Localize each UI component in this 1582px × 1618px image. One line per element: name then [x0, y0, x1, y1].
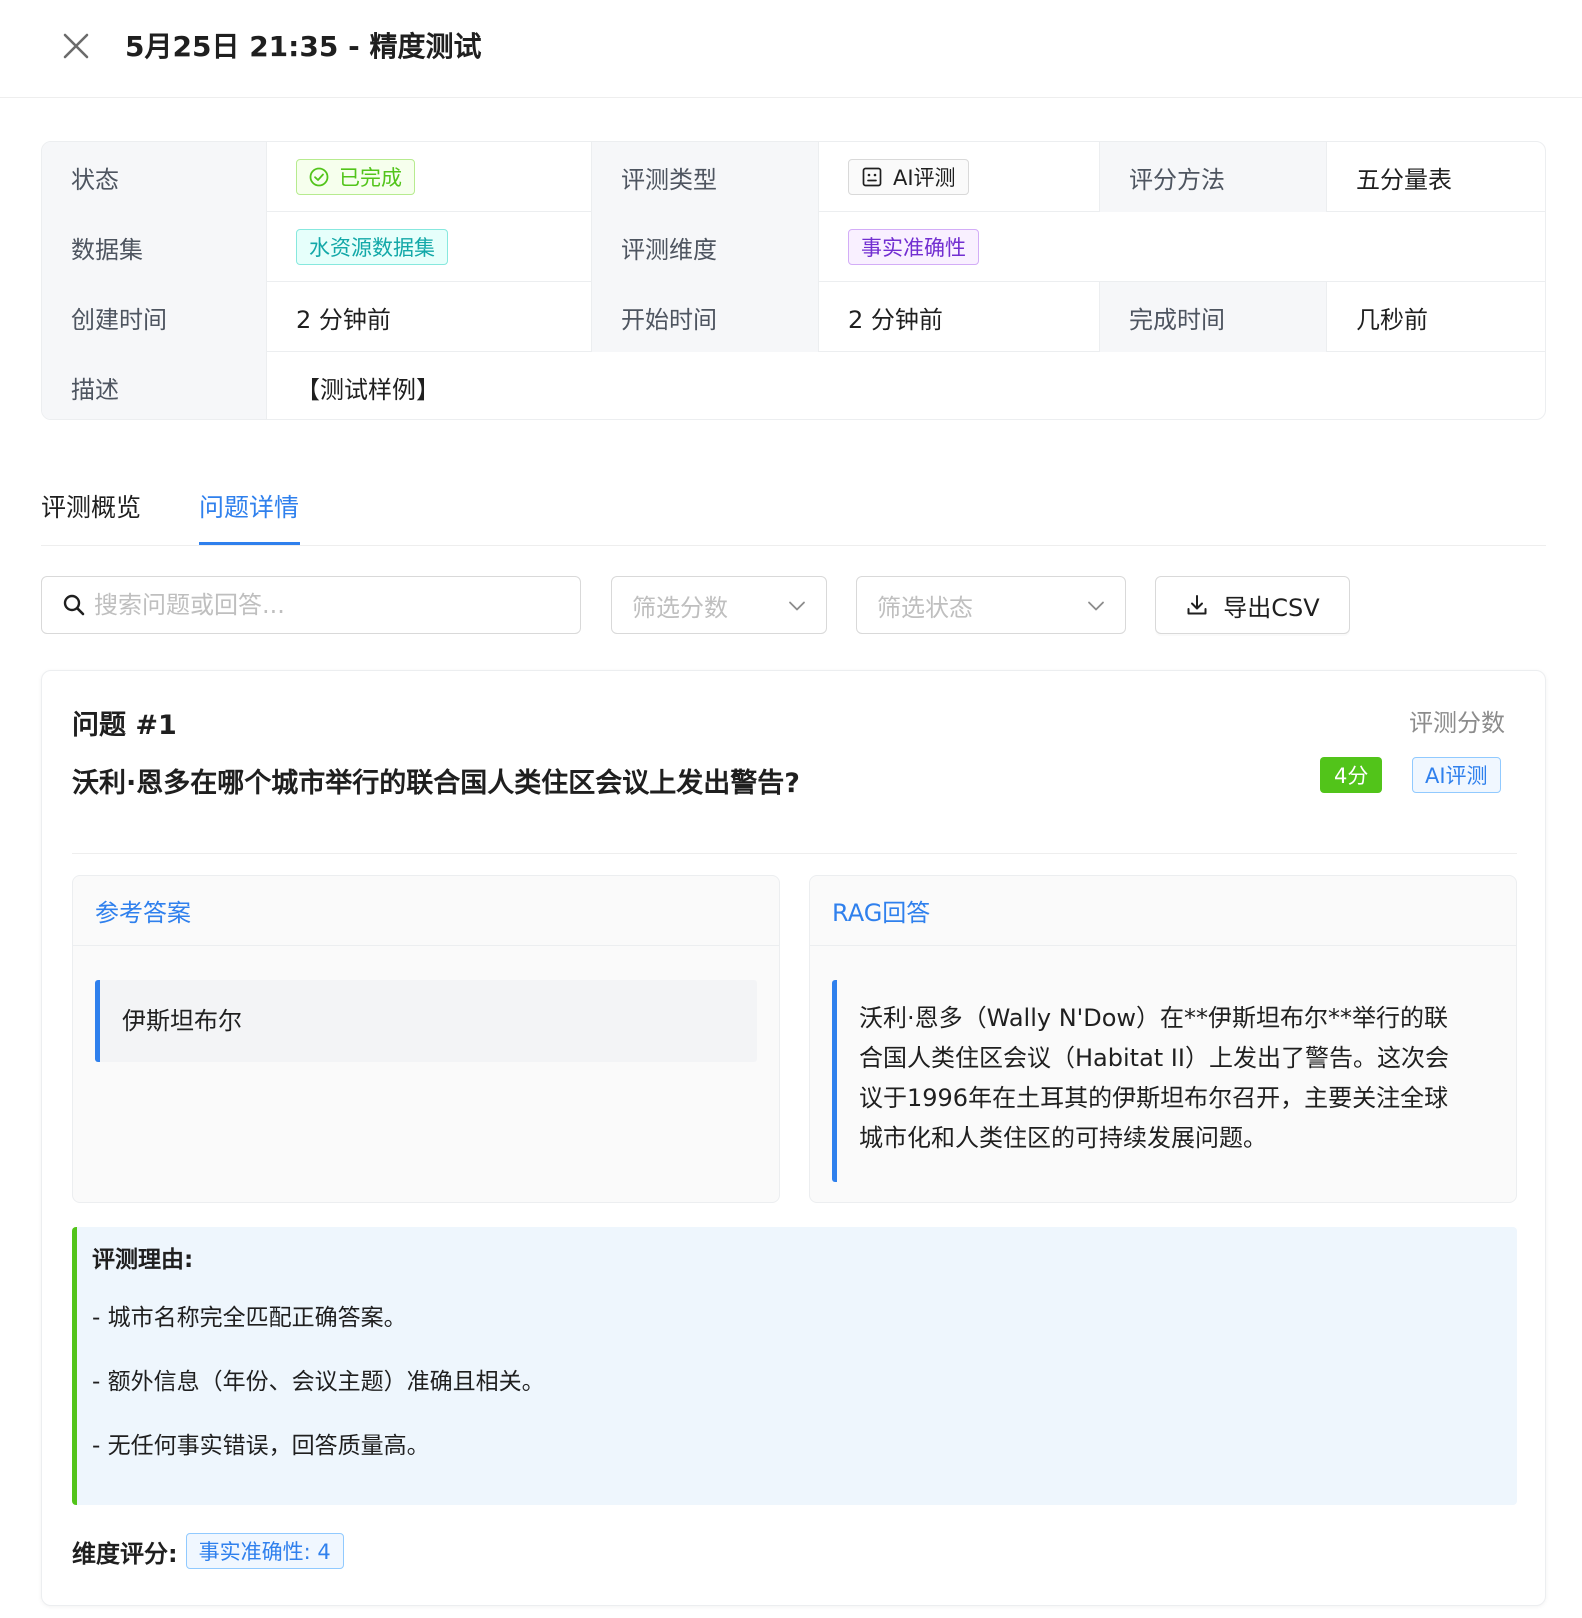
drawer-header: 5月25日 21:35 - 精度测试 — [0, 0, 1582, 98]
eval-type-label: 评测类型 — [592, 142, 819, 212]
created-label: 创建时间 — [42, 282, 267, 352]
robot-icon — [862, 167, 882, 187]
status-badge: 已完成 — [296, 159, 415, 195]
score-method-value: 五分量表 — [1356, 165, 1452, 194]
tab-overview[interactable]: 评测概览 — [41, 490, 141, 526]
dimension-score-label: 维度评分: — [72, 1539, 178, 1568]
reference-answer-title: 参考答案 — [73, 876, 779, 946]
eval-type-text: AI评测 — [893, 166, 956, 190]
score-badge: 4分 — [1320, 757, 1383, 793]
chevron-down-icon — [1088, 601, 1104, 611]
question-text: 沃利·恩多在哪个城市举行的联合国人类住区会议上发出警告? — [72, 768, 800, 799]
search-box[interactable] — [41, 576, 581, 634]
dimension-label: 评测维度 — [592, 212, 819, 282]
dimension-badge: 事实准确性 — [848, 229, 979, 265]
question-card: 问题 #1 评测分数 沃利·恩多在哪个城市举行的联合国人类住区会议上发出警告? … — [41, 670, 1546, 1606]
dataset-cell: 水资源数据集 — [267, 212, 592, 282]
download-icon — [1187, 595, 1207, 615]
check-circle-icon — [309, 167, 329, 187]
chevron-down-icon — [789, 601, 805, 611]
status-cell: 已完成 — [267, 142, 592, 212]
search-input[interactable] — [94, 591, 554, 619]
score-method-label: 评分方法 — [1100, 142, 1327, 212]
close-icon — [63, 33, 89, 59]
evaluation-reason: 评测理由: - 城市名称完全匹配正确答案。 - 额外信息（年份、会议主题）准确且… — [72, 1227, 1517, 1505]
description-value: 【测试样例】 — [296, 375, 440, 404]
tab-active-indicator — [199, 542, 300, 545]
details-row: 描述 【测试样例】 — [42, 352, 1545, 419]
details-row: 数据集 水资源数据集 评测维度 事实准确性 — [42, 212, 1545, 282]
page-title: 5月25日 21:35 - 精度测试 — [125, 30, 482, 63]
reason-item: - 城市名称完全匹配正确答案。 — [92, 1305, 407, 1331]
finished-label: 完成时间 — [1100, 282, 1327, 352]
reason-item: - 额外信息（年份、会议主题）准确且相关。 — [92, 1369, 545, 1395]
method-badge: AI评测 — [1412, 757, 1501, 793]
export-csv-label: 导出CSV — [1223, 593, 1320, 622]
rag-answer-text: 沃利·恩多（Wally N'Dow）在**伊斯坦布尔**举行的联合国人类住区会议… — [832, 980, 1494, 1182]
details-row: 创建时间 2 分钟前 开始时间 2 分钟前 完成时间 几秒前 — [42, 282, 1545, 352]
created-value: 2 分钟前 — [267, 282, 592, 352]
reason-item: - 无任何事实错误，回答质量高。 — [92, 1433, 430, 1459]
started-label: 开始时间 — [592, 282, 819, 352]
reason-title: 评测理由: — [92, 1247, 194, 1273]
dataset-label: 数据集 — [42, 212, 267, 282]
reference-answer-text: 伊斯坦布尔 — [95, 980, 757, 1062]
dimension-cell: 事实准确性 — [819, 212, 1545, 282]
description-label: 描述 — [42, 352, 267, 419]
status-filter-placeholder: 筛选状态 — [877, 593, 973, 622]
question-number: 问题 #1 — [72, 710, 177, 741]
dimension-score-row: 维度评分: 事实准确性: 4 — [72, 1533, 344, 1569]
status-label: 状态 — [42, 142, 267, 212]
eval-type-cell: AI评测 — [819, 142, 1100, 212]
divider — [72, 853, 1517, 854]
dataset-badge: 水资源数据集 — [296, 229, 448, 265]
search-icon — [63, 594, 85, 616]
close-button[interactable] — [58, 28, 94, 64]
dimension-score-badge: 事实准确性: 4 — [185, 1533, 344, 1569]
finished-value: 几秒前 — [1356, 305, 1428, 334]
rag-answer-panel: RAG回答 沃利·恩多（Wally N'Dow）在**伊斯坦布尔**举行的联合国… — [809, 875, 1517, 1203]
status-filter-select[interactable]: 筛选状态 — [856, 576, 1126, 634]
details-row: 状态 已完成 评测类型 AI评测 评分方法 五分量表 — [42, 142, 1545, 212]
score-filter-placeholder: 筛选分数 — [632, 593, 728, 622]
export-csv-button[interactable]: 导出CSV — [1155, 576, 1350, 634]
score-filter-select[interactable]: 筛选分数 — [611, 576, 827, 634]
started-value: 2 分钟前 — [819, 282, 1100, 352]
status-text: 已完成 — [339, 166, 402, 190]
tab-question-details[interactable]: 问题详情 — [199, 490, 299, 526]
tab-bar: 评测概览 问题详情 — [41, 476, 1546, 546]
reference-answer-panel: 参考答案 伊斯坦布尔 — [72, 875, 780, 1203]
details-table: 状态 已完成 评测类型 AI评测 评分方法 五分量表 数据集 水资源数据集 评测… — [41, 141, 1546, 420]
score-label: 评测分数 — [1409, 709, 1505, 737]
rag-answer-title: RAG回答 — [810, 876, 1516, 946]
eval-type-badge: AI评测 — [848, 159, 969, 195]
